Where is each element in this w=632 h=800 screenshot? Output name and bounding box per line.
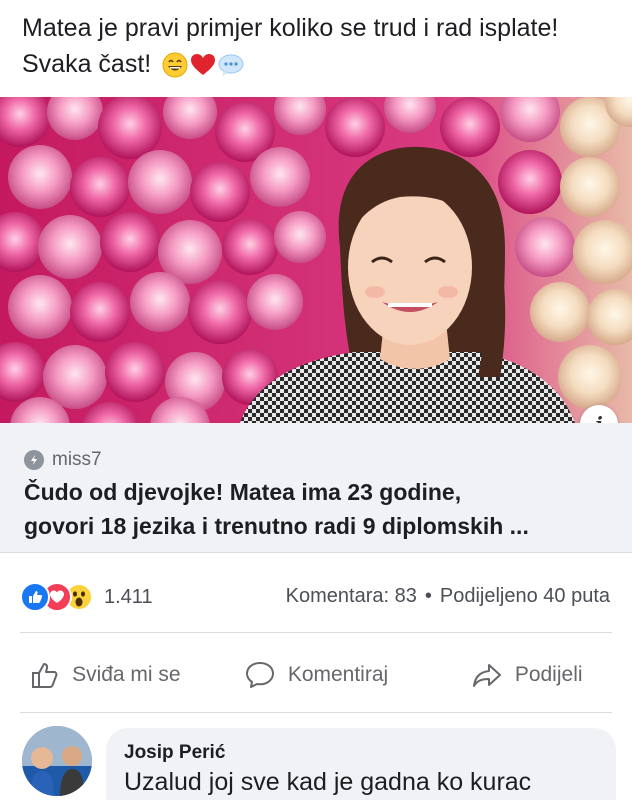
avatar[interactable]: [22, 726, 92, 796]
thumbs-up-icon: [32, 663, 58, 688]
comments-count[interactable]: Komentara: 83: [286, 585, 417, 608]
actions-divider: [20, 712, 612, 713]
post-emojis: [162, 52, 244, 78]
roses-portrait-image: [0, 97, 632, 423]
verified-icon: [24, 450, 44, 470]
link-title-line-2: govori 18 jezika i trenutno radi 9 diplo…: [24, 513, 529, 539]
link-preview-image[interactable]: [0, 97, 632, 423]
post-text: Matea je pravi primjer koliko se trud i …: [22, 14, 559, 78]
comment-item: Josip Perić Uzalud joj sve kad je gadna …: [20, 726, 632, 800]
speech-bubble-icon: [218, 54, 244, 77]
comment-bubble: Josip Perić Uzalud joj sve kad je gadna …: [106, 728, 616, 800]
engagement-counts: Komentara: 83 • Podijeljeno 40 puta: [286, 585, 610, 608]
link-preview-box[interactable]: miss7 Čudo od djevojke! Matea ima 23 god…: [0, 423, 632, 553]
comment-author[interactable]: Josip Perić: [124, 742, 598, 764]
avatar-image: [22, 726, 92, 796]
link-title-line-1: Čudo od djevojke! Matea ima 23 godine,: [24, 479, 462, 505]
comment-text: Uzalud joj sve kad je gadna ko kurac: [124, 768, 532, 796]
like-icon: [20, 582, 50, 612]
reactions-summary[interactable]: 1.411: [20, 582, 153, 612]
stats-separator: •: [424, 585, 432, 607]
shares-count[interactable]: Podijeljeno 40 puta: [440, 585, 610, 608]
like-button[interactable]: Sviđa mi se: [0, 640, 211, 710]
post-stats: 1.411 Komentara: 83 • Podijeljeno 40 put…: [0, 574, 632, 618]
share-label: Podijeli: [514, 663, 583, 686]
post-text-block: Matea je pravi primjer koliko se trud i …: [22, 10, 612, 82]
share-button[interactable]: Podijeli: [421, 640, 632, 710]
link-title[interactable]: Čudo od djevojke! Matea ima 23 godine, g…: [24, 475, 614, 543]
like-label: Sviđa mi se: [72, 663, 181, 686]
link-source-name: miss7: [52, 449, 102, 470]
reaction-count: 1.411: [104, 585, 153, 608]
stats-divider: [20, 632, 612, 633]
comment-icon: [245, 662, 274, 688]
post-actions: Sviđa mi se Komentiraj Podijeli: [0, 640, 632, 710]
comment-label: Komentiraj: [287, 663, 389, 686]
grinning-face-icon: [162, 52, 188, 78]
red-heart-icon: [191, 54, 216, 76]
comment-button[interactable]: Komentiraj: [211, 640, 422, 710]
link-source: miss7: [24, 449, 102, 471]
share-icon: [472, 664, 501, 687]
